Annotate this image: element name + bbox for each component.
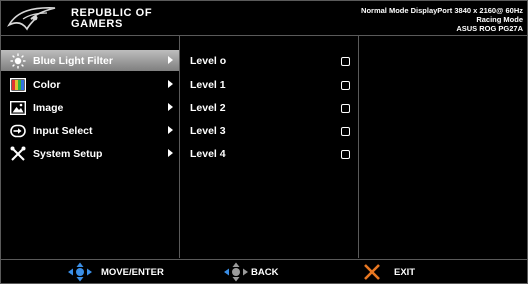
info-signal: Normal Mode DisplayPort 3840 x 2160@ 60H…	[361, 6, 523, 15]
osd-header: REPUBLIC OF GAMERS Normal Mode DisplayPo…	[1, 1, 527, 36]
wrench-icon	[7, 146, 29, 162]
menu-item-input-select[interactable]: Input Select	[1, 120, 179, 141]
radio-box[interactable]	[341, 127, 350, 136]
chevron-right-icon	[168, 80, 173, 88]
brand-name: REPUBLIC OF GAMERS	[71, 8, 152, 30]
level-label: Level 2	[190, 101, 226, 114]
brand-line-2: GAMERS	[71, 18, 123, 30]
image-icon	[7, 100, 29, 116]
level-option-2[interactable]: Level 2	[180, 97, 358, 118]
joystick-move-icon	[68, 262, 92, 282]
close-icon	[364, 264, 380, 280]
palette-icon	[7, 77, 29, 93]
radio-box[interactable]	[341, 57, 350, 66]
move-enter-hint: MOVE/ENTER	[67, 260, 164, 284]
level-label: Level 3	[190, 124, 226, 137]
level-option-0[interactable]: Level o	[180, 50, 358, 71]
main-menu: Blue Light Filter Color Image Input Sele…	[1, 36, 180, 258]
level-label: Level o	[190, 54, 227, 67]
menu-item-label: Color	[33, 78, 61, 91]
input-icon	[7, 123, 29, 139]
back-label: BACK	[251, 266, 279, 278]
level-option-1[interactable]: Level 1	[180, 74, 358, 95]
exit-label: EXIT	[394, 266, 416, 278]
menu-item-label: System Setup	[33, 147, 103, 160]
rog-logo-icon	[7, 7, 56, 31]
level-label: Level 1	[190, 78, 226, 91]
menu-item-label: Image	[33, 101, 64, 114]
chevron-right-icon	[168, 56, 173, 64]
back-hint: BACK	[223, 260, 278, 284]
move-enter-label: MOVE/ENTER	[101, 266, 164, 278]
chevron-right-icon	[168, 126, 173, 134]
menu-item-blue-light-filter[interactable]: Blue Light Filter	[1, 50, 179, 71]
osd-footer: MOVE/ENTER BACK EXIT	[1, 259, 527, 284]
blue-light-filter-submenu: Level o Level 1 Level 2 Level 3 Level 4	[180, 36, 359, 258]
level-option-3[interactable]: Level 3	[180, 120, 358, 141]
exit-hint: EXIT	[363, 260, 415, 284]
radio-box[interactable]	[341, 81, 350, 90]
joystick-back-icon	[224, 262, 248, 282]
level-option-4[interactable]: Level 4	[180, 143, 358, 164]
radio-box[interactable]	[341, 104, 350, 113]
radio-box[interactable]	[341, 150, 350, 159]
info-mode: Racing Mode	[476, 15, 523, 24]
chevron-right-icon	[168, 103, 173, 111]
menu-item-label: Input Select	[33, 124, 93, 137]
menu-item-label: Blue Light Filter	[33, 54, 113, 67]
osd-frame: REPUBLIC OF GAMERS Normal Mode DisplayPo…	[0, 0, 528, 284]
menu-item-system-setup[interactable]: System Setup	[1, 143, 179, 164]
mode-info: Normal Mode DisplayPort 3840 x 2160@ 60H…	[361, 6, 523, 33]
menu-item-image[interactable]: Image	[1, 97, 179, 118]
level-label: Level 4	[190, 147, 226, 160]
chevron-right-icon	[168, 149, 173, 157]
menu-item-color[interactable]: Color	[1, 74, 179, 95]
info-model: ASUS ROG PG27A	[456, 24, 523, 33]
sun-icon	[7, 53, 29, 69]
